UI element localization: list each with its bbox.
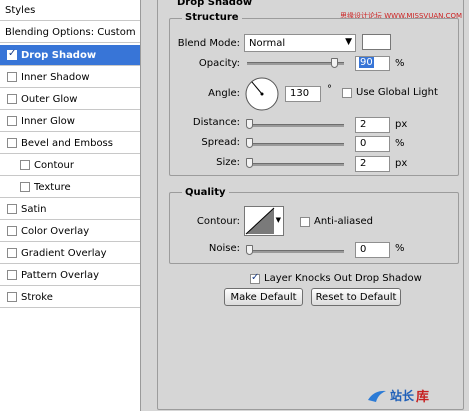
style-item-label: Pattern Overlay — [21, 269, 100, 281]
angle-input[interactable]: 130 — [285, 86, 321, 102]
style-item-label: Stroke — [21, 291, 53, 303]
style-item-label: Drop Shadow — [21, 49, 97, 61]
size-label: Size: — [216, 157, 240, 168]
contour-label: Contour: — [196, 216, 240, 227]
use-global-light-toggle[interactable]: Use Global Light — [342, 87, 438, 98]
style-item-label: Bevel and Emboss — [21, 137, 113, 149]
spread-input[interactable]: 0 — [355, 136, 390, 152]
styles-header[interactable]: Styles — [0, 0, 140, 21]
use-global-light-label: Use Global Light — [356, 87, 438, 98]
style-item-inner-shadow[interactable]: Inner Shadow — [0, 67, 140, 88]
blending-options-label: Blending Options: Custom — [5, 26, 136, 38]
style-item-label: Gradient Overlay — [21, 247, 107, 259]
style-item-pattern-overlay[interactable]: Pattern Overlay — [0, 265, 140, 286]
style-item-label: Texture — [34, 181, 71, 193]
style-item-label: Satin — [21, 203, 47, 215]
style-item-contour[interactable]: Contour — [0, 155, 140, 176]
style-item-inner-glow[interactable]: Inner Glow — [0, 111, 140, 132]
satin-checkbox[interactable] — [7, 204, 17, 214]
styles-panel: Styles Blending Options: Custom Drop Sha… — [0, 0, 141, 411]
stroke-checkbox[interactable] — [7, 292, 17, 302]
contour-picker[interactable]: ▼ — [244, 206, 284, 236]
spread-label: Spread: — [201, 137, 240, 148]
contour-linear-icon — [245, 207, 275, 235]
style-item-bevel-emboss[interactable]: Bevel and Emboss — [0, 133, 140, 154]
noise-slider-thumb[interactable] — [246, 245, 253, 255]
style-item-label: Inner Glow — [21, 115, 75, 127]
structure-title: Structure — [182, 12, 242, 23]
bevel-emboss-checkbox[interactable] — [7, 138, 17, 148]
use-global-light-checkbox[interactable] — [342, 87, 352, 98]
style-item-label: Inner Shadow — [21, 71, 90, 83]
style-item-label: Contour — [34, 159, 74, 171]
layer-knocks-out-checkbox[interactable] — [250, 272, 260, 284]
blend-mode-select[interactable]: Normal ▼ — [244, 34, 356, 52]
spread-slider-thumb[interactable] — [246, 138, 253, 148]
gradient-overlay-checkbox[interactable] — [7, 248, 17, 258]
distance-slider-track[interactable] — [247, 124, 344, 127]
size-slider-track[interactable] — [247, 163, 344, 166]
inner-glow-checkbox[interactable] — [7, 116, 17, 126]
style-item-gradient-overlay[interactable]: Gradient Overlay — [0, 243, 140, 264]
texture-checkbox[interactable] — [20, 182, 30, 192]
angle-dial-icon[interactable] — [244, 76, 280, 112]
chevron-down-icon: ▼ — [275, 216, 281, 224]
blending-options-item[interactable]: Blending Options: Custom — [0, 22, 140, 43]
styles-header-label: Styles — [5, 4, 36, 16]
size-input[interactable]: 2 — [355, 156, 390, 172]
opacity-slider-thumb[interactable] — [331, 58, 339, 68]
style-item-outer-glow[interactable]: Outer Glow — [0, 89, 140, 110]
style-item-label: Color Overlay — [21, 225, 90, 237]
anti-aliased-label: Anti-aliased — [314, 216, 374, 227]
layer-knocks-out-label: Layer Knocks Out Drop Shadow — [264, 273, 422, 284]
style-item-texture[interactable]: Texture — [0, 177, 140, 198]
noise-unit: % — [395, 243, 405, 254]
pattern-overlay-checkbox[interactable] — [7, 270, 17, 280]
distance-input[interactable]: 2 — [355, 117, 390, 133]
style-item-drop-shadow[interactable]: Drop Shadow — [0, 45, 140, 66]
distance-unit: px — [395, 119, 408, 130]
watermark-logo-icon — [368, 390, 386, 402]
opacity-label: Opacity: — [198, 58, 240, 69]
shadow-color-swatch[interactable] — [362, 34, 391, 50]
noise-label: Noise: — [208, 243, 240, 254]
opacity-input[interactable]: 90 — [355, 56, 390, 71]
size-slider-thumb[interactable] — [246, 158, 253, 168]
spread-slider-track[interactable] — [247, 143, 344, 146]
watermark-bottom-accent: 库 — [416, 390, 430, 405]
distance-slider-thumb[interactable] — [246, 119, 253, 129]
size-unit: px — [395, 158, 408, 169]
style-item-satin[interactable]: Satin — [0, 199, 140, 220]
opacity-slider-track[interactable] — [247, 62, 344, 65]
chevron-down-icon: ▼ — [345, 37, 352, 47]
noise-slider-track[interactable] — [247, 250, 344, 253]
quality-title: Quality — [182, 187, 229, 198]
angle-unit: ° — [327, 84, 332, 95]
drop-shadow-title: Drop Shadow — [174, 0, 256, 8]
noise-input[interactable]: 0 — [355, 242, 390, 258]
blend-mode-value: Normal — [249, 38, 286, 49]
distance-label: Distance: — [192, 117, 240, 128]
style-item-color-overlay[interactable]: Color Overlay — [0, 221, 140, 242]
watermark-logo: 站长 库 — [366, 386, 429, 405]
opacity-unit: % — [395, 58, 405, 69]
contour-checkbox[interactable] — [20, 160, 30, 170]
blend-mode-label: Blend Mode: — [177, 38, 240, 49]
make-default-button[interactable]: Make Default — [224, 288, 303, 306]
anti-aliased-toggle[interactable]: Anti-aliased — [300, 216, 373, 227]
color-overlay-checkbox[interactable] — [7, 226, 17, 236]
outer-glow-checkbox[interactable] — [7, 94, 17, 104]
inner-shadow-checkbox[interactable] — [7, 72, 17, 82]
layer-knocks-out-toggle[interactable]: Layer Knocks Out Drop Shadow — [250, 272, 422, 284]
opacity-value: 90 — [359, 57, 374, 68]
anti-aliased-checkbox[interactable] — [300, 216, 310, 227]
watermark-bottom-text: 站长 — [390, 389, 415, 403]
angle-label: Angle: — [208, 88, 240, 99]
reset-to-default-button[interactable]: Reset to Default — [311, 288, 401, 306]
spread-unit: % — [395, 138, 405, 149]
drop-shadow-checkbox[interactable] — [7, 48, 17, 60]
style-item-stroke[interactable]: Stroke — [0, 287, 140, 308]
style-item-label: Outer Glow — [21, 93, 78, 105]
